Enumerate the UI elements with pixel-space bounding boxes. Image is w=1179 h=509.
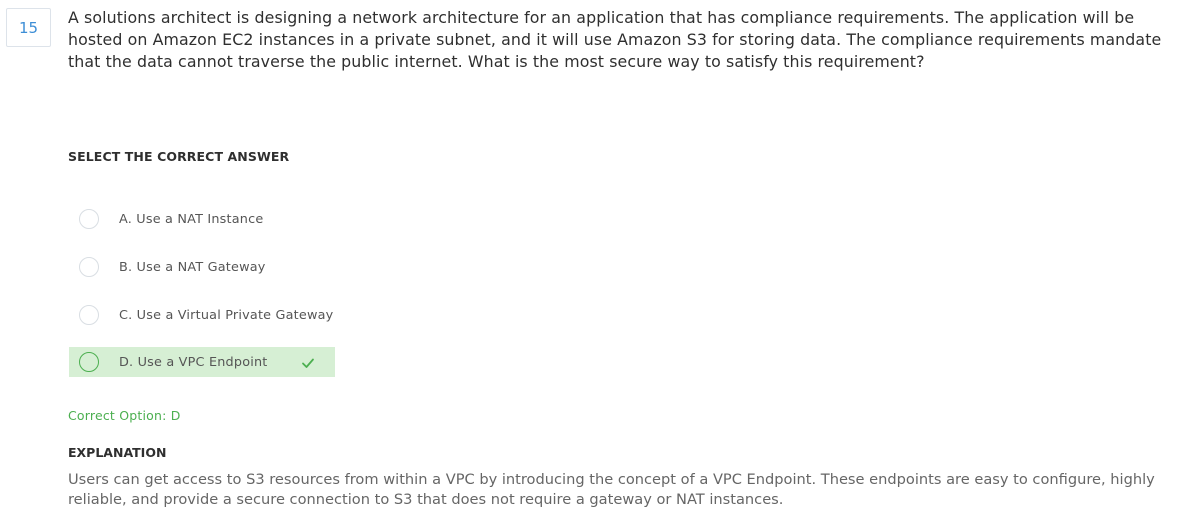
radio-button[interactable]	[79, 257, 99, 277]
question-text: A solutions architect is designing a net…	[68, 8, 1162, 71]
option-b[interactable]: B. Use a NAT Gateway	[69, 251, 369, 283]
option-c[interactable]: C. Use a Virtual Private Gateway	[69, 299, 369, 331]
option-label: A. Use a NAT Instance	[119, 211, 264, 227]
option-a[interactable]: A. Use a NAT Instance	[69, 203, 369, 235]
radio-button[interactable]	[79, 305, 99, 325]
check-icon	[301, 355, 315, 369]
radio-button[interactable]	[79, 209, 99, 229]
radio-button[interactable]	[79, 352, 99, 372]
question-number: 15	[6, 8, 51, 47]
option-label: B. Use a NAT Gateway	[119, 259, 266, 275]
explanation-heading: EXPLANATION	[68, 445, 167, 460]
option-d[interactable]: D. Use a VPC Endpoint	[69, 347, 335, 377]
select-answer-heading: SELECT THE CORRECT ANSWER	[68, 149, 290, 164]
answer-options: A. Use a NAT Instance B. Use a NAT Gatew…	[69, 203, 369, 393]
correct-option-text: Correct Option: D	[68, 408, 181, 423]
explanation-text: Users can get access to S3 resources fro…	[68, 471, 1155, 508]
option-label: D. Use a VPC Endpoint	[119, 354, 268, 370]
option-label: C. Use a Virtual Private Gateway	[119, 307, 334, 323]
